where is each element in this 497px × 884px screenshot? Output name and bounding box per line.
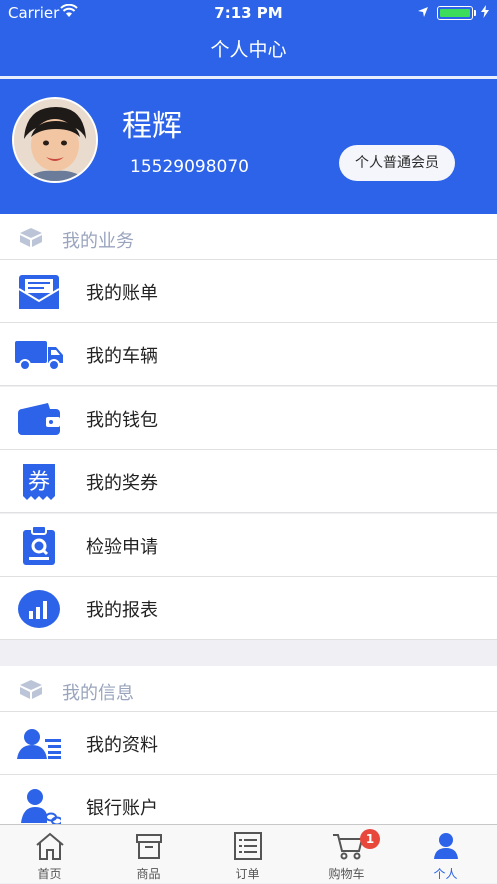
- box-icon: [133, 831, 165, 861]
- menu-item-label: 我的奖券: [86, 473, 158, 494]
- section-header-info: 我的信息: [0, 666, 497, 712]
- profile-header: 程辉 15529098070 个人普通会员: [0, 79, 497, 214]
- cart-badge: 1: [360, 829, 380, 849]
- user-name: 程辉: [122, 109, 182, 144]
- tab-home[interactable]: 首页: [0, 825, 99, 884]
- menu-item-label: 我的车辆: [86, 346, 158, 367]
- charging-icon: [481, 4, 489, 22]
- home-icon: [34, 831, 66, 861]
- menu-item-reports[interactable]: 我的报表: [0, 577, 497, 640]
- chart-icon: [14, 586, 64, 632]
- member-level-button[interactable]: 个人普通会员: [339, 145, 455, 181]
- tab-orders[interactable]: 订单: [198, 825, 297, 884]
- section-header-business: 我的业务: [0, 214, 497, 260]
- menu-item-profile-info[interactable]: 我的资料: [0, 712, 497, 775]
- page-title: 个人中心: [210, 39, 287, 61]
- truck-icon: [14, 332, 64, 378]
- list-icon: [232, 831, 264, 861]
- menu-item-wallet[interactable]: 我的钱包: [0, 387, 497, 450]
- menu-item-label: 我的账单: [86, 283, 158, 304]
- section-title: 我的信息: [62, 683, 134, 704]
- tab-label: 首页: [37, 867, 62, 881]
- tab-products[interactable]: 商品: [99, 825, 198, 884]
- menu-item-inspection[interactable]: 检验申请: [0, 514, 497, 577]
- nav-bar: 个人中心: [0, 26, 497, 76]
- location-arrow-icon: [417, 4, 429, 22]
- envelope-icon: [14, 269, 64, 315]
- section-title: 我的业务: [62, 231, 134, 252]
- box-section-icon: [18, 226, 44, 252]
- menu-item-label: 我的资料: [86, 735, 158, 756]
- box-section-icon: [18, 678, 44, 704]
- clipboard-search-icon: [14, 523, 64, 569]
- cart-icon: [331, 831, 364, 861]
- coupon-icon-text: 券: [28, 470, 50, 495]
- tab-label: 个人: [433, 867, 458, 881]
- tab-label: 商品: [136, 867, 161, 881]
- battery-icon: [437, 6, 476, 20]
- section-gap: [0, 642, 497, 666]
- menu-item-coupons[interactable]: 券 我的奖券: [0, 450, 497, 513]
- avatar[interactable]: [12, 97, 98, 183]
- menu-item-vehicles[interactable]: 我的车辆: [0, 323, 497, 386]
- menu-item-label: 银行账户: [86, 798, 158, 819]
- person-icon: [430, 831, 462, 861]
- menu-item-label: 检验申请: [86, 537, 158, 558]
- status-bar: Carrier 7:13 PM: [0, 0, 497, 26]
- tab-bar: 首页 商品 订单 购物车 1 个人: [0, 824, 497, 883]
- menu-item-label: 我的报表: [86, 600, 158, 621]
- tab-label: 购物车: [328, 867, 365, 881]
- user-phone: 15529098070: [130, 157, 249, 177]
- tab-personal[interactable]: 个人: [396, 825, 495, 884]
- profile-card-icon: [14, 721, 64, 767]
- coupon-icon: 券: [14, 459, 64, 505]
- tab-cart[interactable]: 购物车: [297, 825, 396, 884]
- menu-item-label: 我的钱包: [86, 410, 158, 431]
- menu-item-bills[interactable]: 我的账单: [0, 260, 497, 323]
- wallet-icon: [14, 396, 64, 442]
- tab-label: 订单: [235, 867, 260, 881]
- menu-item-bank-account[interactable]: 银行账户: [0, 775, 497, 826]
